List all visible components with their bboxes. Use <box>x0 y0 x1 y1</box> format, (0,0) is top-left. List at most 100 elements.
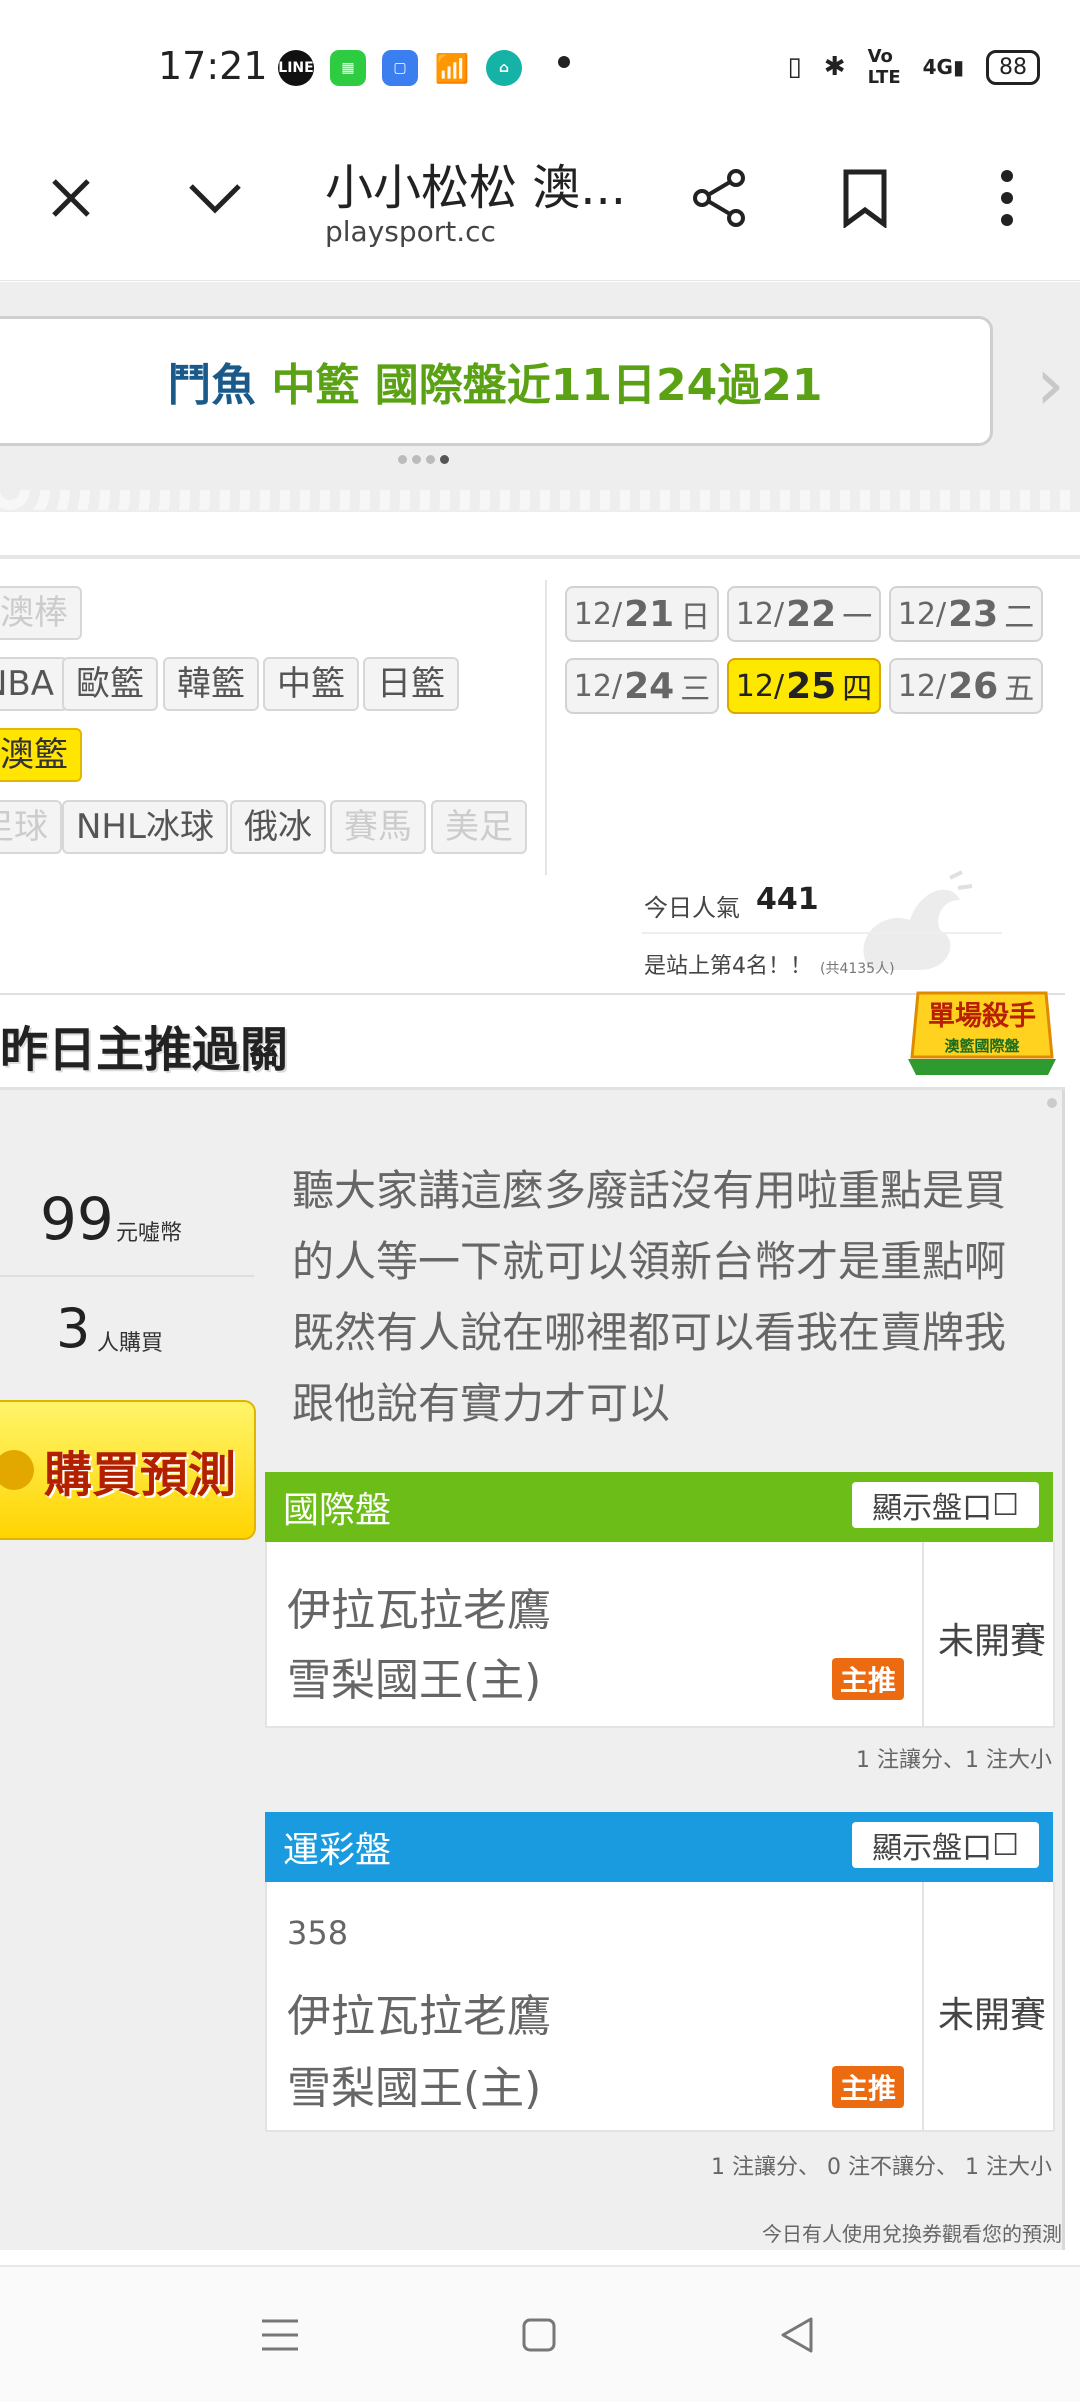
date-weekday: 五 <box>1004 672 1035 707</box>
away-team: 伊拉瓦拉老鷹 <box>287 1991 551 2042</box>
date-button-1225-selected[interactable]: 12/25 四 <box>727 658 881 714</box>
sports-lottery-header: 運彩盤 顯示盤口 ☐ <box>265 1812 1053 1882</box>
menu-icon[interactable] <box>255 2310 305 2360</box>
prediction-intro: 聽大家講這麼多廢話沒有用啦重點是買的人等一下就可以領新台幣才是重點啊既然有人說在… <box>292 1166 1007 1428</box>
date-month: 12/ <box>735 668 785 704</box>
date-day: 25 <box>786 665 837 707</box>
date-button-1221[interactable]: 12/21 日 <box>565 586 719 642</box>
status-icons: ▯ ✱ Vo LTE 4G▮ 88 <box>787 46 1040 88</box>
divider <box>0 1275 254 1277</box>
voucher-note: 今日有人使用兌換券觀看您的預測 <box>762 2222 1062 2246</box>
status-time: 17:21 <box>158 44 268 88</box>
scrollbar-edge[interactable] <box>1062 1090 1065 2250</box>
banner-dot[interactable] <box>412 455 421 464</box>
decorative-wave <box>0 490 1080 510</box>
buy-prediction-label: 購買預測 <box>44 1447 237 1503</box>
date-weekday: 四 <box>842 672 873 707</box>
date-month: 12/ <box>735 596 785 632</box>
stocks-icon: 📶 <box>434 51 470 85</box>
buyers-unit: 人購買 <box>97 1331 164 1356</box>
show-odds-button[interactable]: 顯示盤口 ☐ <box>852 1822 1039 1868</box>
bookmark-icon[interactable] <box>830 163 900 233</box>
international-bet-count: 1 注讓分、1 注大小 <box>856 1748 1052 1773</box>
more-options-icon[interactable] <box>972 163 1042 233</box>
date-weekday: 日 <box>680 600 711 635</box>
vibrate-icon: ▯ <box>787 52 802 82</box>
bluetooth-icon: ✱ <box>823 52 846 82</box>
close-icon[interactable] <box>36 163 106 233</box>
date-day: 24 <box>624 665 675 707</box>
divider <box>642 932 1002 934</box>
date-button-1224[interactable]: 12/24 三 <box>565 658 719 714</box>
badge-title: 單場殺手 <box>928 1001 1036 1032</box>
international-odds-label: 國際盤 <box>283 1490 392 1531</box>
more-notifications-dot <box>558 56 570 68</box>
divider <box>545 580 547 875</box>
league-tag-nfl[interactable]: 美足 <box>431 800 527 854</box>
banner-pagination <box>398 455 449 464</box>
buy-prediction-button[interactable]: 購買預測 <box>0 1400 256 1540</box>
date-button-1222[interactable]: 12/22 一 <box>727 586 881 642</box>
date-day: 21 <box>624 593 675 635</box>
back-icon[interactable] <box>772 2310 822 2360</box>
date-button-1226[interactable]: 12/26 五 <box>889 658 1043 714</box>
banner-dot-active[interactable] <box>440 455 449 464</box>
share-icon[interactable] <box>685 163 755 233</box>
green-app-icon: ▦ <box>330 50 366 86</box>
date-month: 12/ <box>573 668 623 704</box>
banner-expert: 鬥魚 <box>167 360 256 411</box>
single-game-killer-badge: 單場殺手 澳籃國際盤 <box>908 991 1056 1075</box>
show-odds-button[interactable]: 顯示盤口 ☐ <box>852 1482 1039 1528</box>
league-tag-soccer[interactable]: 足球 <box>0 800 62 854</box>
teal-app-icon: ⌂ <box>486 50 522 86</box>
divider <box>0 555 1080 559</box>
game-number: 358 <box>287 1914 349 1952</box>
league-tag-nba[interactable]: NBA <box>0 657 69 711</box>
banner-dot[interactable] <box>426 455 435 464</box>
page-domain: playsport.cc <box>325 215 496 248</box>
network-type: 4G <box>922 55 953 79</box>
date-month: 12/ <box>897 596 947 632</box>
league-tag-au-basketball[interactable]: 澳籃 <box>0 728 82 782</box>
league-tag-korea-basketball[interactable]: 韓籃 <box>163 657 259 711</box>
league-tag-khl[interactable]: 俄冰 <box>230 800 326 854</box>
home-icon[interactable] <box>514 2310 564 2360</box>
show-odds-label: 顯示盤口 <box>872 1831 993 1866</box>
checkbox-icon: ☐ <box>992 1827 1019 1863</box>
date-button-1223[interactable]: 12/23 二 <box>889 586 1043 642</box>
date-weekday: 三 <box>680 672 711 707</box>
date-day: 22 <box>786 593 837 635</box>
date-weekday: 一 <box>842 600 873 635</box>
main-pick-tag: 主推 <box>832 1658 904 1700</box>
league-tag-horse-racing[interactable]: 賽馬 <box>330 800 426 854</box>
banner-next-arrow[interactable]: › <box>1036 342 1065 426</box>
game-status: 未開賽 <box>937 1621 1046 1662</box>
rank-label: 是站上第4名！！ <box>644 954 812 979</box>
league-tag-euro-basketball[interactable]: 歐籃 <box>62 657 158 711</box>
home-team: 雪梨國王(主) <box>287 1655 542 1706</box>
banner-dot[interactable] <box>398 455 407 464</box>
pick-title: 昨日主推過關 <box>0 1022 289 1078</box>
date-weekday: 二 <box>1004 600 1035 635</box>
international-odds-header: 國際盤 顯示盤口 ☐ <box>265 1472 1053 1542</box>
date-day: 26 <box>948 665 999 707</box>
page-title: 小小松松 澳... <box>325 160 627 216</box>
line-icon: LINE <box>278 50 314 86</box>
buyers-count: 3 <box>56 1297 91 1360</box>
league-tag-japan-basketball[interactable]: 日籃 <box>363 657 459 711</box>
chevron-down-icon[interactable] <box>180 163 250 233</box>
date-day: 23 <box>948 593 999 635</box>
league-tag-china-basketball[interactable]: 中籃 <box>263 657 359 711</box>
banner[interactable]: 鬥魚 中籃 國際盤近11日24過21 <box>0 316 993 446</box>
show-odds-label: 顯示盤口 <box>872 1491 993 1526</box>
sports-lottery-label: 運彩盤 <box>283 1830 392 1871</box>
league-tag-au-baseball[interactable]: 澳棒 <box>0 586 82 640</box>
badge-subtitle: 澳籃國際盤 <box>944 1037 1020 1055</box>
sports-lottery-panel: 358 伊拉瓦拉老鷹 雪梨國王(主) 主推 未開賽 <box>265 1882 1055 2132</box>
league-tag-nhl[interactable]: NHL冰球 <box>62 800 228 854</box>
rank-total: (共4135人) <box>820 961 895 977</box>
date-month: 12/ <box>573 596 623 632</box>
home-team: 雪梨國王(主) <box>287 2063 542 2114</box>
scroll-indicator <box>1047 1098 1057 1108</box>
volte-icon: Vo LTE <box>867 46 901 88</box>
